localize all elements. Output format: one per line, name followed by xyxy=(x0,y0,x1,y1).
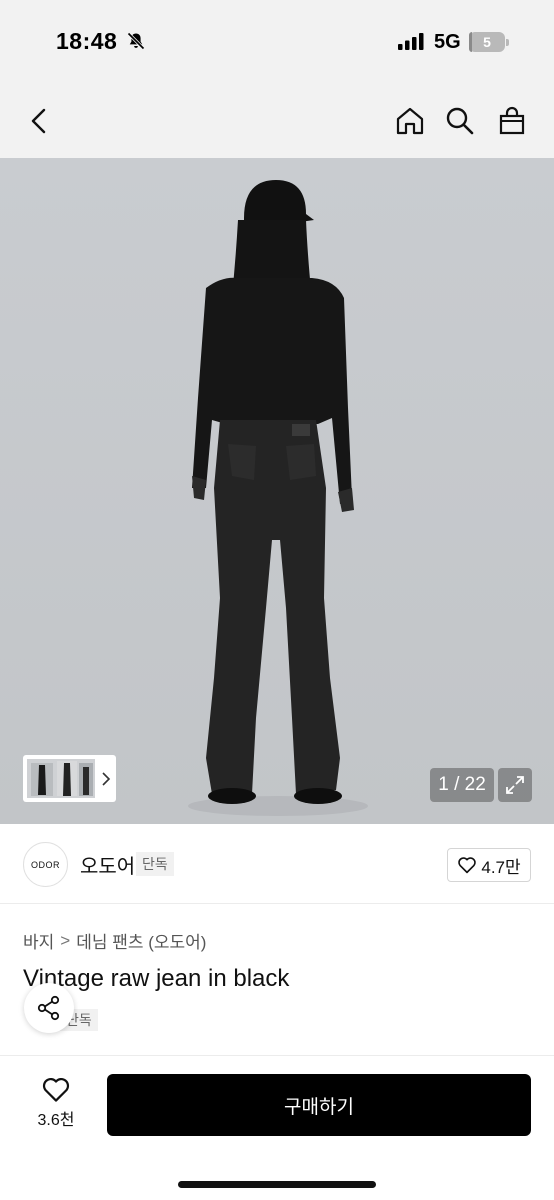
brand-logo[interactable]: ODOR xyxy=(23,842,68,887)
wishlist-button[interactable]: 3.6천 xyxy=(22,1076,90,1136)
bottom-action-bar: 3.6천 구매하기 xyxy=(0,1055,554,1200)
thumbnail-image[interactable] xyxy=(27,759,95,798)
battery-level: 5 xyxy=(483,34,491,50)
home-indicator xyxy=(178,1181,376,1188)
product-image-gallery[interactable]: 1 / 22 xyxy=(0,158,554,824)
brand-name[interactable]: 오도어 xyxy=(80,850,135,879)
heart-icon xyxy=(42,1077,70,1102)
chevron-left-icon xyxy=(31,108,46,134)
product-photo xyxy=(0,158,554,824)
battery-icon: 5 xyxy=(469,32,509,52)
expand-button[interactable] xyxy=(498,768,532,802)
breadcrumb: 바지 > 데님 팬츠 (오도어) xyxy=(23,928,206,953)
search-button[interactable] xyxy=(438,84,482,158)
exclusive-badge: 단독 xyxy=(136,852,174,876)
expand-icon xyxy=(506,776,524,794)
status-time: 18:48 xyxy=(56,28,118,54)
brand-like-button[interactable]: 4.7만 xyxy=(447,848,531,882)
home-button[interactable] xyxy=(388,84,432,158)
image-page-counter: 1 / 22 xyxy=(430,768,494,802)
search-icon xyxy=(446,107,474,135)
shopping-bag-button[interactable] xyxy=(490,84,534,158)
brand-row: ODOR 오도어 단독 4.7만 xyxy=(0,824,554,904)
share-icon xyxy=(37,995,60,1021)
wishlist-count: 3.6천 xyxy=(37,1112,75,1129)
home-icon xyxy=(396,107,424,135)
signal-icon xyxy=(398,33,424,50)
breadcrumb-item[interactable]: 바지 xyxy=(23,928,54,953)
buy-button[interactable]: 구매하기 xyxy=(107,1074,531,1136)
breadcrumb-separator: > xyxy=(60,930,71,950)
top-nav-bar xyxy=(0,84,554,158)
heart-icon xyxy=(458,857,477,874)
share-button[interactable] xyxy=(24,983,74,1033)
chevron-right-icon xyxy=(102,771,111,786)
back-button[interactable] xyxy=(18,84,62,158)
thumbnail-strip[interactable] xyxy=(23,755,116,802)
network-label: 5G xyxy=(434,31,461,53)
breadcrumb-item[interactable]: 데님 팬츠 (오도어) xyxy=(76,928,206,953)
shopping-bag-icon xyxy=(499,106,525,135)
bell-slash-icon xyxy=(127,32,145,50)
status-bar: 18:48 5G 5 xyxy=(0,0,554,84)
brand-like-count: 4.7만 xyxy=(481,857,521,877)
